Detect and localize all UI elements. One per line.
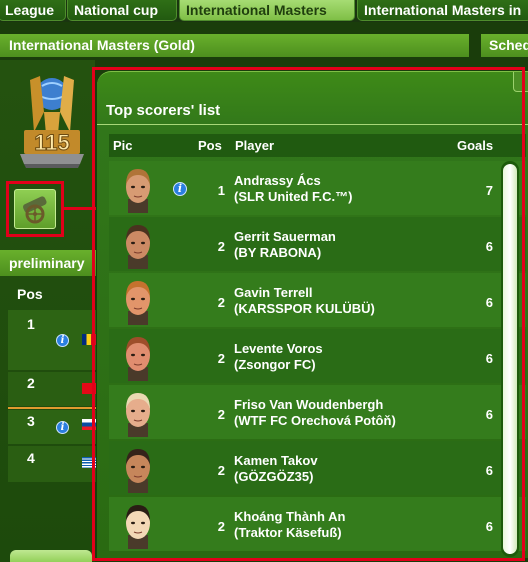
tab-label: National cup (74, 2, 159, 18)
tab-international-masters[interactable]: International Masters (179, 0, 355, 21)
standings-pos: 4 (27, 450, 35, 466)
highlight-frame (92, 67, 525, 561)
info-icon[interactable]: i (56, 421, 69, 434)
trophy-number: 115 (34, 130, 70, 155)
tab-international-masters-in[interactable]: International Masters in (357, 0, 528, 21)
tab-label: League (5, 2, 55, 18)
standings-pos-header: Pos (17, 286, 43, 302)
info-icon[interactable]: i (56, 334, 69, 347)
bottom-tab[interactable] (10, 550, 92, 562)
divider-line (8, 407, 96, 409)
highlight-frame (6, 181, 64, 237)
top-scorers-button[interactable] (14, 189, 56, 229)
cannon-icon (22, 196, 47, 224)
tab-national-cup[interactable]: National cup (67, 0, 177, 21)
schedule-button[interactable]: Sched (481, 34, 528, 57)
standings-pos: 1 (27, 316, 35, 332)
tab-label: International Masters (186, 2, 327, 18)
standings-pos: 2 (27, 375, 35, 391)
tab-bar: League National cup International Master… (0, 0, 528, 22)
tab-label: International Masters in (364, 2, 522, 18)
standings-pos: 3 (27, 413, 35, 429)
preliminary-header: preliminary (0, 250, 96, 276)
trophy-icon: 115 (20, 76, 84, 168)
tab-league[interactable]: League (0, 0, 66, 21)
section-title: International Masters (Gold) (0, 34, 469, 57)
